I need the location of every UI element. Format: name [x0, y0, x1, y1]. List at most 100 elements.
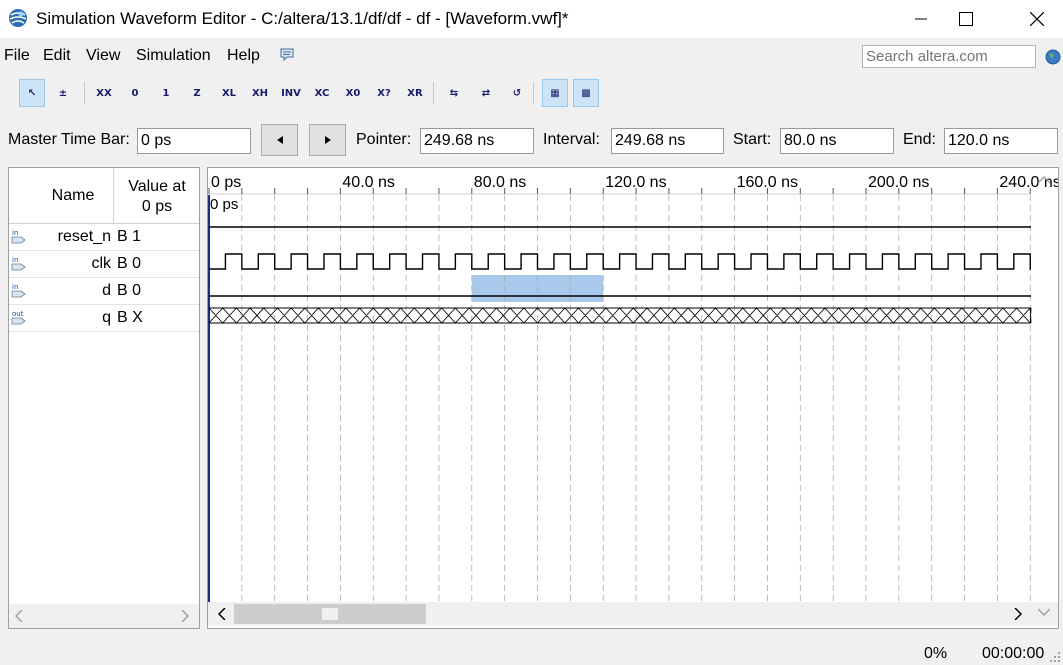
pointer-label: Pointer: — [356, 131, 412, 148]
input-pin-icon: in — [11, 283, 26, 298]
selection-tool-icon: ↖ — [27, 87, 37, 99]
weak-high-button[interactable]: XH — [247, 79, 273, 107]
signal-list-scrollbar[interactable] — [9, 604, 199, 628]
random-value-button[interactable]: XR — [402, 79, 428, 107]
ruler-label: 120.0 ns — [605, 174, 666, 191]
weak-low-icon: XL — [221, 87, 237, 99]
signal-row-clk[interactable]: in clk B 0 — [9, 250, 199, 278]
master-time-bar-label: Master Time Bar: — [8, 131, 130, 148]
wave-clk — [209, 253, 1031, 270]
ruler-label: 160.0 ns — [737, 174, 798, 191]
forcing-low-button[interactable]: 0 — [122, 79, 148, 107]
high-impedance-icon: Z — [193, 87, 201, 99]
signal-row-reset_n[interactable]: in reset_n B 1 — [9, 223, 199, 251]
value-column-time: 0 ps — [141, 198, 173, 215]
maximize-button[interactable] — [943, 0, 989, 38]
elapsed-time: 00:00:00 — [982, 645, 1045, 662]
signal-name: d — [102, 282, 111, 299]
search-input[interactable] — [862, 45, 1036, 68]
maximize-icon — [959, 12, 973, 26]
timing-simulation-button[interactable]: ⇄ — [473, 79, 499, 107]
signal-value: B 1 — [117, 228, 142, 245]
count-value-button[interactable]: XC — [309, 79, 335, 107]
progress-status: 0% — [924, 645, 948, 662]
signal-value: B 0 — [117, 255, 142, 272]
forcing-unknown-icon: XX — [96, 87, 112, 99]
waveform-canvas[interactable]: 0 ps 40.0 ns 80.0 ns 120.0 ns 160.0 ns 200.0 … — [208, 168, 1058, 628]
invert-button[interactable]: INV — [278, 79, 304, 107]
menu-simulation[interactable]: Simulation — [136, 47, 211, 65]
menu-edit[interactable]: Edit — [43, 47, 71, 65]
signal-row-d[interactable]: in d B 0 — [9, 277, 199, 305]
master-time-bar-field[interactable]: 0 ps — [137, 128, 251, 154]
snap-to-grid-button[interactable]: ▦ — [542, 79, 568, 107]
invert-icon: INV — [281, 87, 301, 99]
minimize-icon — [915, 18, 927, 20]
menu-file[interactable]: File — [4, 47, 30, 65]
scroll-left-icon[interactable] — [218, 608, 226, 620]
arrow-left-icon — [276, 136, 283, 144]
globe-icon[interactable] — [1045, 49, 1061, 65]
snap-to-grid-icon: ▦ — [550, 87, 560, 99]
input-pin-icon: in — [11, 229, 26, 244]
toolbar-separator — [433, 82, 434, 104]
name-column-header[interactable]: Name — [37, 187, 109, 205]
forcing-unknown-button[interactable]: XX — [91, 79, 117, 107]
window-title: Simulation Waveform Editor - C:/altera/1… — [36, 9, 569, 28]
forcing-high-button[interactable]: 1 — [153, 79, 179, 107]
high-impedance-button[interactable]: Z — [184, 79, 210, 107]
menu-help[interactable]: Help — [227, 47, 260, 65]
next-transition-button[interactable] — [309, 124, 346, 156]
pointer-field[interactable]: 249.68 ns — [420, 128, 534, 154]
previous-transition-button[interactable] — [261, 124, 298, 156]
functional-simulation-button[interactable]: ⇆ — [441, 79, 467, 107]
scroll-up-icon[interactable] — [1038, 176, 1050, 184]
close-icon — [1030, 12, 1044, 26]
signal-value: B X — [117, 309, 143, 326]
functional-simulation-icon: ⇆ — [449, 87, 459, 99]
random-value-icon: XR — [407, 87, 423, 99]
signal-value: B 0 — [117, 282, 142, 299]
overwrite-clock-button[interactable]: X0 — [340, 79, 366, 107]
count-value-icon: XC — [314, 87, 330, 99]
pin-type-text: in — [12, 283, 18, 291]
scroll-down-icon[interactable] — [1038, 608, 1050, 616]
netlist-writer-icon: ↺ — [512, 87, 522, 99]
grid-settings-button[interactable]: ▩ — [573, 79, 599, 107]
scrollbar-thumb[interactable] — [234, 604, 426, 624]
speech-bubble-icon[interactable] — [279, 48, 295, 62]
timing-simulation-icon: ⇄ — [481, 87, 491, 99]
scroll-right-icon[interactable] — [1014, 608, 1022, 620]
signal-name: clk — [91, 255, 111, 272]
interval-field[interactable]: 249.68 ns — [611, 128, 724, 154]
netlist-writer-button[interactable]: ↺ — [504, 79, 530, 107]
ruler-label: 200.0 ns — [868, 174, 929, 191]
waveform-scrollbar[interactable] — [208, 602, 1058, 626]
minimize-button[interactable] — [898, 0, 944, 38]
wave-q — [208, 307, 1032, 324]
waveform-panel[interactable]: 0 ps 40.0 ns 80.0 ns 120.0 ns 160.0 ns 200.0 … — [207, 167, 1059, 629]
signal-list-header: Name Value at 0 ps — [9, 168, 199, 224]
interval-label: Interval: — [543, 131, 600, 148]
weak-low-button[interactable]: XL — [216, 79, 242, 107]
forcing-low-icon: 0 — [131, 87, 139, 99]
ruler-label: 80.0 ns — [474, 174, 526, 191]
arbitrary-value-button[interactable]: X? — [371, 79, 397, 107]
value-column-header[interactable]: Value at — [117, 178, 197, 196]
end-field[interactable]: 120.0 ns — [944, 128, 1058, 154]
weak-high-icon: XH — [251, 87, 269, 99]
start-field[interactable]: 80.0 ns — [780, 128, 894, 154]
menu-view[interactable]: View — [86, 47, 120, 65]
selection-tool-button[interactable]: ↖ — [19, 79, 45, 107]
signal-row-q[interactable]: out q B X — [9, 304, 199, 332]
toolbar-separator — [84, 82, 85, 104]
close-button[interactable] — [1014, 0, 1060, 38]
zoom-tool-button[interactable]: ± — [50, 79, 76, 107]
grid-settings-icon: ▩ — [581, 87, 591, 99]
signal-name: reset_n — [57, 228, 111, 245]
end-label: End: — [903, 131, 936, 148]
scroll-right-icon[interactable] — [181, 610, 189, 622]
start-label: Start: — [733, 131, 772, 148]
scroll-left-icon[interactable] — [15, 610, 23, 622]
resize-grip-icon[interactable] — [1050, 652, 1061, 663]
